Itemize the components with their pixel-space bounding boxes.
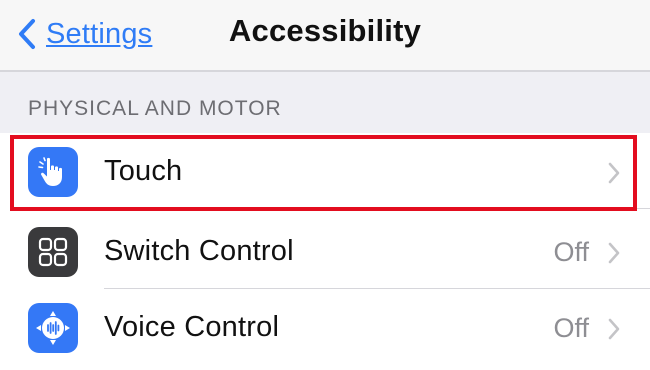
settings-list: Touch Switch Control Off Voice Control O… bbox=[0, 133, 650, 370]
touch-hand-icon bbox=[28, 147, 78, 197]
list-item-switch-control[interactable]: Switch Control Off bbox=[0, 213, 650, 289]
list-item-value: Off bbox=[553, 313, 589, 343]
chevron-right-icon bbox=[606, 161, 622, 185]
voice-control-icon bbox=[28, 303, 78, 353]
page-title: Accessibility bbox=[228, 13, 422, 48]
chevron-right-icon bbox=[606, 317, 622, 341]
chevron-right-icon bbox=[606, 241, 622, 265]
accessibility-screen: Settings Accessibility PHYSICAL AND MOTO… bbox=[0, 0, 650, 370]
section-header: PHYSICAL AND MOTOR bbox=[28, 97, 282, 120]
navigation-bar: Settings Accessibility bbox=[0, 0, 650, 72]
list-item-label: Touch bbox=[104, 155, 183, 187]
switch-grid-icon bbox=[28, 227, 78, 277]
list-item-label: Voice Control bbox=[104, 311, 280, 343]
row-separator bbox=[104, 208, 650, 209]
list-item-value: Off bbox=[553, 237, 589, 267]
list-item-touch[interactable]: Touch bbox=[0, 133, 650, 209]
list-item-label: Switch Control bbox=[104, 235, 294, 267]
list-item-voice-control[interactable]: Voice Control Off bbox=[0, 289, 650, 365]
